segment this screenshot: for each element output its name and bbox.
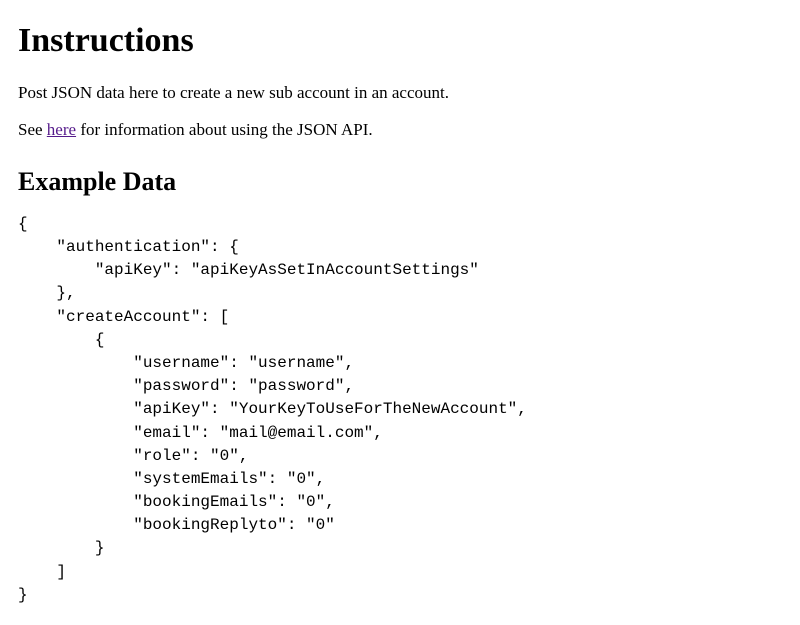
intro-paragraph-1: Post JSON data here to create a new sub …	[18, 82, 782, 105]
instructions-heading: Instructions	[18, 18, 782, 64]
example-data-heading: Example Data	[18, 164, 782, 199]
intro-line2-pre: See	[18, 120, 47, 139]
example-json-code: { "authentication": { "apiKey": "apiKeyA…	[18, 213, 782, 607]
intro-paragraph-2: See here for information about using the…	[18, 119, 782, 142]
intro-line2-post: for information about using the JSON API…	[76, 120, 373, 139]
api-info-link[interactable]: here	[47, 120, 76, 139]
